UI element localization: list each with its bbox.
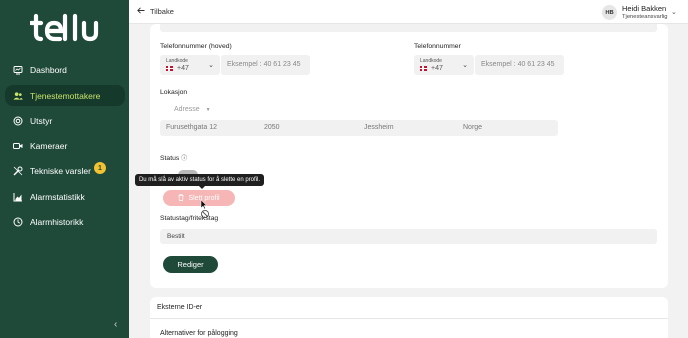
sidebar-item-label: Tekniske varsler	[30, 165, 91, 176]
tags-label: Statustag/fritekstag	[160, 215, 219, 222]
address-city: Jessheim	[364, 124, 394, 131]
address-zip: 2050	[264, 124, 280, 131]
avatar[interactable]: HB	[602, 5, 617, 20]
country-code-value: +47	[431, 65, 443, 72]
country-code-value: +47	[177, 65, 189, 72]
country-code-select[interactable]: Landkode +47 ⌄	[414, 55, 474, 75]
tellu-logo[interactable]	[30, 12, 102, 42]
user-role: Tjenesteansvarlig	[622, 14, 668, 20]
arrow-left-icon	[137, 7, 145, 16]
sidebar-item-label: Tjenestemottakere	[30, 90, 101, 101]
wrench-icon	[13, 166, 23, 176]
tag-chip: Bestilt	[167, 233, 185, 240]
sidebar-item-dashbord[interactable]: Dashbord	[5, 59, 125, 80]
country-code-label: Landkode	[166, 58, 188, 64]
dashboard-icon	[13, 65, 23, 75]
chevron-left-icon[interactable]: ‹	[114, 319, 122, 330]
country-code-select[interactable]: Landkode +47 ⌄	[160, 55, 220, 75]
login-options-title: Alternativer for pålogging	[160, 330, 238, 337]
phone-main-label: Telefonnummer (hoved)	[160, 43, 232, 50]
norway-flag-icon	[166, 66, 173, 71]
sidebar-item-tekniske-varsler[interactable]: Tekniske varsler	[5, 160, 125, 181]
user-name: Heidi Bakken	[622, 4, 667, 13]
sidebar-item-utstyr[interactable]: Utstyr	[5, 110, 125, 131]
address-row: Furusethgata 12 2050 Jessheim Norge	[160, 120, 558, 136]
chevron-down-icon[interactable]: ⌄	[671, 8, 677, 16]
sidebar-item-label: Dashbord	[30, 64, 67, 75]
sidebar-item-tjenestemottakere[interactable]: Tjenestemottakere	[5, 85, 125, 106]
clock-icon	[13, 217, 23, 227]
chart-icon	[13, 192, 23, 202]
sidebar: Dashbord Tjenestemottakere Utstyr Kamera…	[0, 0, 129, 338]
back-label: Tilbake	[150, 7, 174, 16]
previous-field-row	[160, 24, 657, 32]
sidebar-item-label: Alarmstatistikk	[30, 191, 85, 202]
status-label: Status ⓘ	[160, 153, 187, 162]
sidebar-item-alarmhistorikk[interactable]: Alarmhistorikk	[5, 211, 125, 232]
chevron-down-icon: ⌄	[208, 62, 214, 69]
location-label: Lokasjon	[160, 89, 188, 96]
phone-input[interactable]: Eksempel : 40 61 23 45	[475, 55, 564, 75]
address-country: Norge	[463, 124, 483, 131]
device-icon	[13, 116, 23, 126]
topbar: Tilbake HB Heidi Bakken Tjenesteansvarli…	[129, 0, 688, 24]
edit-button[interactable]: Rediger	[163, 256, 218, 273]
external-ids-title: Eksterne ID-er	[157, 304, 203, 311]
users-icon	[13, 91, 23, 101]
address-type-value: Adresse	[174, 106, 200, 113]
status-label-text: Status	[160, 155, 180, 162]
address-street: Furusethgata 12	[166, 124, 217, 131]
sidebar-item-kameraer[interactable]: Kameraer	[5, 135, 125, 156]
phone-main-input[interactable]: Eksempel : 40 61 23 45	[221, 55, 310, 75]
sidebar-item-alarmstatistikk[interactable]: Alarmstatistikk	[5, 186, 125, 207]
phone-label: Telefonnummer	[414, 43, 461, 50]
notification-badge: 1	[94, 162, 106, 174]
camera-icon	[13, 141, 23, 151]
address-type-dropdown[interactable]: Adresse ▼	[174, 106, 211, 113]
caret-down-icon: ▼	[205, 107, 211, 113]
divider	[150, 318, 668, 319]
sidebar-item-label: Alarmhistorikk	[30, 216, 84, 227]
info-icon[interactable]: ⓘ	[181, 156, 187, 162]
delete-profile-button[interactable]: Slett profil	[163, 190, 235, 206]
sidebar-item-label: Utstyr	[30, 115, 53, 126]
trash-icon	[178, 193, 184, 203]
sidebar-item-label: Kameraer	[30, 140, 68, 151]
norway-flag-icon	[420, 66, 427, 71]
tags-input[interactable]: Bestilt	[160, 229, 657, 244]
delete-tooltip: Du må slå av aktiv status for å slette e…	[135, 174, 264, 189]
country-code-label: Landkode	[420, 58, 442, 64]
back-link[interactable]: Tilbake	[137, 7, 174, 16]
chevron-down-icon: ⌄	[462, 62, 468, 69]
